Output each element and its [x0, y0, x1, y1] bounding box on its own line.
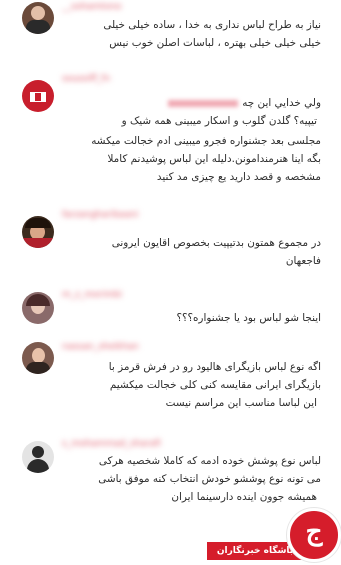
- watermark-logo-icon: ج: [287, 508, 341, 562]
- username[interactable]: farzangharibaani: [62, 210, 162, 220]
- username[interactable]: sousoiff_fn: [62, 74, 132, 84]
- comment-2: sousoiff_fn ولي خدايي اين چه تیپیه؟ گلدن…: [0, 72, 341, 202]
- comment-3: farzangharibaani در مجموع همتون بدتیپیت …: [0, 206, 341, 281]
- comment-text: اینجا شو لباس بود یا جشنواره؟؟؟: [176, 312, 321, 324]
- username[interactable]: s_mohammad_sharafi: [62, 439, 162, 449]
- comment-text: نیاز به طراح لباس نداری به خدا ، ساده خی…: [103, 19, 321, 49]
- comment-text: لباس نوع پوشش خوده ادمه که کاملا شخصیه ه…: [98, 455, 321, 503]
- username[interactable]: m_z_morimbi: [62, 290, 134, 300]
- comment-text: در مجموع همتون بدتیپیت بخصوص اقایون ایرو…: [111, 237, 321, 267]
- comment-text: ولي خدايي اين چه تیپیه؟ گلدن گلوب و اسکا…: [91, 97, 321, 183]
- comment-text: اگه نوع لباس بازیگرای هالیود رو در فرش ق…: [108, 361, 321, 409]
- comment-6: s_mohammad_sharafi لباس نوع پوشش خوده اد…: [0, 434, 341, 514]
- username[interactable]: __sohamtono: [62, 2, 152, 12]
- comment-5: nassan_sheikhan اگه نوع لباس بازیگرای ها…: [0, 338, 341, 426]
- logo-glyph: ج: [305, 517, 323, 547]
- username[interactable]: nassan_sheikhan: [62, 342, 154, 352]
- comment-4: m_z_morimbi اینجا شو لباس بود یا جشنواره…: [0, 284, 341, 336]
- comment-1: __sohamtono نیاز به طراح لباس نداری به خ…: [0, 0, 341, 60]
